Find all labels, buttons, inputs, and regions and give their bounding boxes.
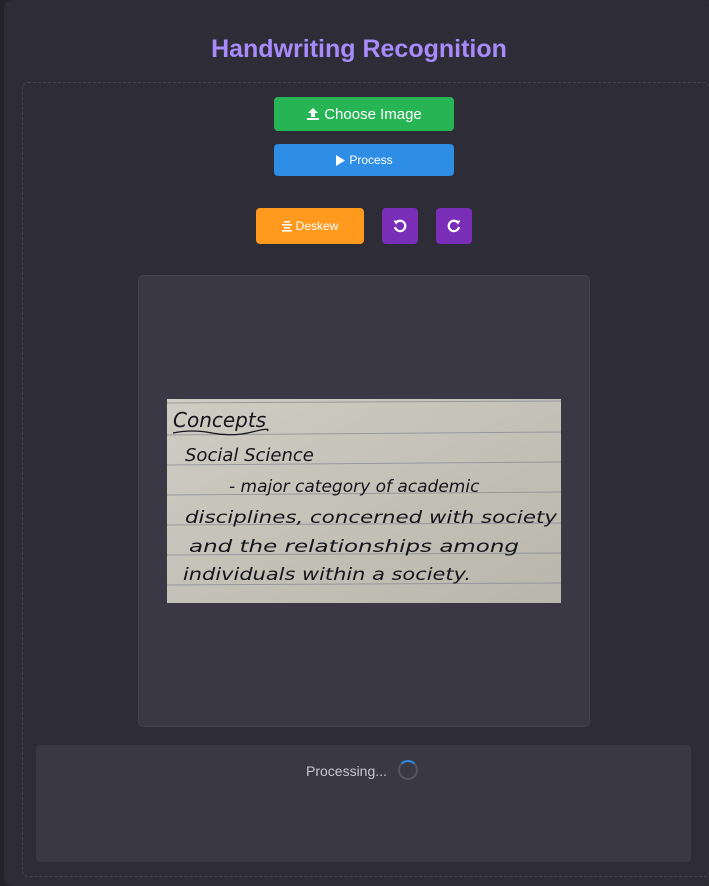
rotate-right-icon [446,218,462,234]
note-line-3: - major category of academic [229,477,480,497]
deskew-label: Deskew [295,219,339,233]
status-text: Processing... [306,763,387,779]
note-line-2: Social Science [185,445,314,466]
process-label: Process [349,153,393,167]
note-line-5: and the relationships among [189,537,519,557]
rotate-left-button[interactable] [382,208,418,244]
process-button[interactable]: Process [274,144,454,176]
page-title: Handwriting Recognition [211,35,507,63]
choose-image-button[interactable]: Choose Image [274,97,454,131]
align-icon [281,220,292,232]
deskew-button[interactable]: Deskew [256,208,364,244]
note-line-6: individuals within a society. [183,565,471,585]
rotate-left-icon [392,218,408,234]
choose-image-label: Choose Image [324,105,422,123]
note-line-4: disciplines, concerned with society [185,508,558,528]
rotate-right-button[interactable] [436,208,472,244]
upload-icon [306,107,320,121]
note-line-1: Concepts [173,408,266,432]
play-icon [335,154,346,166]
handwritten-note-image: Concepts Social Science - major category… [167,399,561,603]
loading-spinner-icon [398,760,418,780]
